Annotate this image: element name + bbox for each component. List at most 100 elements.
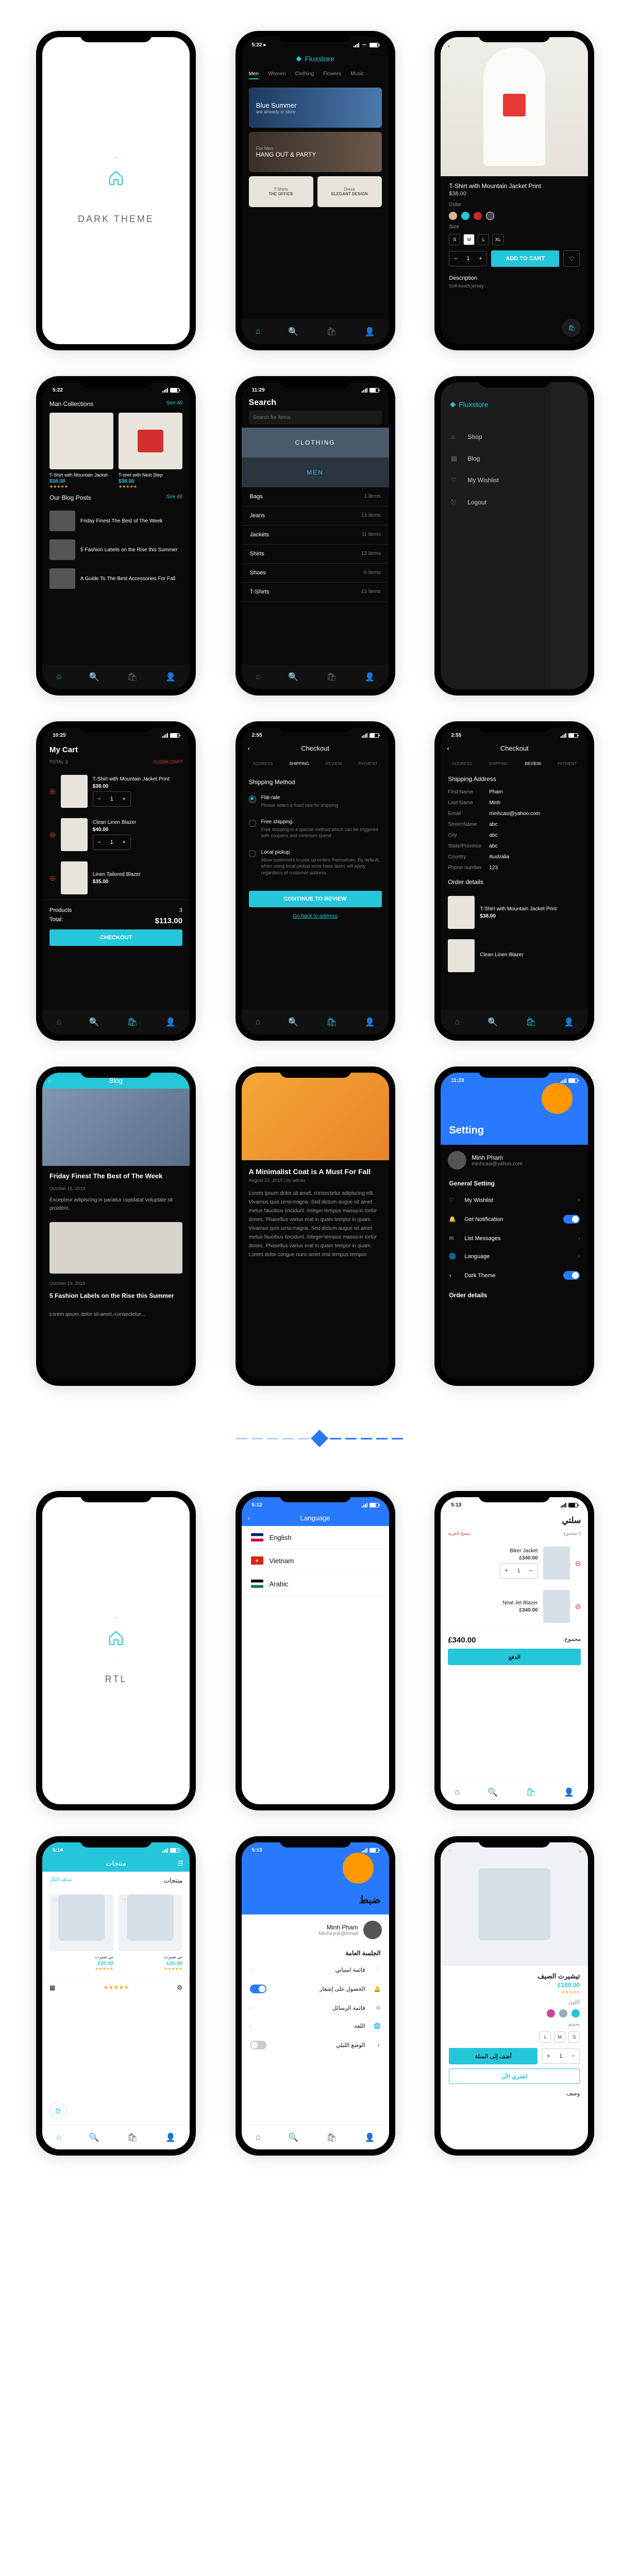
drawer-blog[interactable]: ▤Blog (441, 448, 551, 469)
nav-home-icon[interactable]: ⌂ (455, 1788, 460, 1797)
drawer-shop[interactable]: ⌂Shop (441, 426, 551, 448)
nav-search-icon[interactable]: 🔍 (487, 1787, 498, 1798)
see-all-link[interactable]: See All (166, 494, 182, 501)
nav-home-icon[interactable]: ⌂ (56, 672, 61, 682)
tab-flowers[interactable]: Flowers (323, 71, 341, 79)
heart-icon[interactable]: ♡ (53, 1897, 58, 1904)
nav-search-icon[interactable]: 🔍 (89, 2132, 99, 2143)
swatch[interactable] (461, 212, 469, 220)
setting-lang[interactable]: 🌐Language› (441, 1247, 588, 1265)
nav-home-icon[interactable]: ⌂ (56, 1018, 61, 1027)
nav-cart-icon[interactable]: 🛍 (326, 2132, 337, 2143)
setting-wishlist[interactable]: ♡My Wishlist› (441, 1191, 588, 1209)
drawer-wishlist[interactable]: ♡My Wishlist (441, 469, 551, 491)
setting-notif[interactable]: 🔔Get Notification (441, 1209, 588, 1229)
toggle[interactable] (563, 1271, 580, 1280)
shipping-option[interactable]: Flat ratePlease select a fixed rate for … (249, 790, 382, 814)
toggle[interactable] (250, 1985, 266, 1993)
banner-men[interactable]: For MenHANG OUT & PARTY (249, 132, 382, 172)
card-office[interactable]: T-ShirtsTHE OFFICE (249, 176, 313, 207)
blog-hero[interactable] (42, 1089, 190, 1166)
nav-search-icon[interactable]: 🔍 (288, 327, 298, 337)
menu-icon[interactable]: ☰ (177, 1859, 183, 1868)
lang-arabic[interactable]: Arabic (242, 1572, 389, 1596)
wishlist-button[interactable]: ♡ (563, 250, 580, 267)
nav-user-icon[interactable]: 👤 (564, 1787, 574, 1798)
tab-music[interactable]: Music (350, 71, 364, 79)
cat-row[interactable]: Jeans13 items (242, 506, 389, 526)
buy-now-button[interactable]: اشتري الآن (449, 2069, 580, 2084)
back-icon[interactable]: ‹ (448, 43, 450, 49)
remove-icon[interactable]: ⊖ (575, 1602, 581, 1611)
size-s[interactable]: S (449, 234, 460, 245)
go-back-link[interactable]: Go back to address (249, 913, 382, 919)
nav-home-icon[interactable]: ⌂ (56, 2133, 61, 2142)
nav-search-icon[interactable]: 🔍 (288, 1017, 298, 1027)
remove-icon[interactable]: ⊖ (49, 874, 56, 883)
blog-item[interactable]: A Guide To The Best Accessories For Fall (42, 564, 190, 593)
nav-user-icon[interactable]: 👤 (165, 672, 176, 682)
add-to-cart-button[interactable]: ADD TO CART (491, 250, 559, 267)
tab-women[interactable]: Women (268, 71, 285, 79)
qty-plus[interactable]: + (474, 251, 486, 266)
remove-icon[interactable]: ⊖ (49, 787, 56, 796)
back-icon[interactable]: ‹ (248, 744, 250, 752)
nav-search-icon[interactable]: 🔍 (487, 1017, 498, 1027)
search-input[interactable] (249, 411, 382, 425)
lang-vietnam[interactable]: Vietnam (242, 1549, 389, 1572)
swatch[interactable] (486, 212, 494, 220)
product-card[interactable]: ♡تي شيرت£20.00★★★★★ (49, 1889, 113, 1971)
back-icon[interactable]: ‹ (447, 744, 449, 752)
card-elegant[interactable]: DressELEGANT DESIGN (317, 176, 382, 207)
swatch[interactable] (449, 212, 457, 220)
tab-men[interactable]: Men (249, 71, 259, 79)
nav-user-icon[interactable]: 👤 (365, 1017, 375, 1027)
checkout-button[interactable]: الدفع (448, 1649, 581, 1665)
step[interactable]: REVIEW (326, 761, 342, 766)
heart-icon[interactable]: ♡ (448, 1849, 453, 1855)
blog-thumb[interactable] (49, 1222, 182, 1274)
nav-home-icon[interactable]: ⌂ (256, 1018, 261, 1027)
size-m[interactable]: M (463, 234, 475, 245)
category-men[interactable]: MEN (242, 457, 389, 487)
nav-user-icon[interactable]: 👤 (365, 2132, 375, 2143)
back-icon[interactable]: ‹ (48, 1077, 51, 1084)
clear-cart[interactable]: CLEAR CART (153, 759, 182, 765)
product-card[interactable]: T-shirt with Next Step$38.00★★★★★ (119, 413, 182, 489)
nav-search-icon[interactable]: 🔍 (89, 672, 99, 682)
swatch[interactable] (474, 212, 482, 220)
nav-home-icon[interactable]: ⌂ (256, 2133, 261, 2142)
user-profile[interactable]: Minh Phamminhcasi@yahoo.com (441, 1145, 588, 1176)
shipping-option[interactable]: Free shippingFree shipping is a special … (249, 814, 382, 844)
nav-user-icon[interactable]: 👤 (365, 672, 375, 682)
step[interactable]: SHIPPING (289, 761, 309, 766)
filter-icon[interactable]: ⚙ (177, 1984, 182, 1991)
nav-home-icon[interactable]: ⌂ (256, 327, 261, 336)
setting-dark[interactable]: ◐الوضع الليلي (242, 2035, 389, 2055)
user-profile[interactable]: Minh PhamMinhxynk@email (242, 1914, 389, 1945)
continue-button[interactable]: CONTINUE TO REVIEW (249, 891, 382, 907)
nav-home-icon[interactable]: ⌂ (256, 672, 261, 682)
setting-wishlist[interactable]: ♡قائمة امنياتي‹ (242, 1961, 389, 1979)
remove-icon[interactable]: ⊖ (575, 1559, 581, 1568)
nav-cart-icon[interactable]: 🛍 (326, 327, 337, 337)
step[interactable]: PAYMENT (358, 761, 377, 766)
shipping-option[interactable]: Local pickupAllow customers to pick up o… (249, 844, 382, 882)
nav-search-icon[interactable]: 🔍 (288, 672, 298, 682)
nav-search-icon[interactable]: 🔍 (89, 1017, 99, 1027)
cat-row[interactable]: Shoes6 items (242, 564, 389, 583)
nav-user-icon[interactable]: 👤 (165, 2132, 176, 2143)
nav-cart-icon[interactable]: 🛍 (526, 1017, 536, 1027)
add-to-cart-button[interactable]: أضف إلى السلة (449, 2048, 537, 2064)
toggle[interactable] (563, 1215, 580, 1224)
setting-lang[interactable]: 🌐اللغة‹ (242, 2017, 389, 2035)
size-l[interactable]: L (478, 234, 489, 245)
back-icon[interactable]: ‹ (248, 1514, 250, 1522)
nav-cart-icon[interactable]: 🛍 (127, 2132, 138, 2143)
product-card[interactable]: ♡تي شيرت£20.00★★★★★ (119, 1889, 182, 1971)
nav-cart-icon[interactable]: 🛍 (526, 1787, 536, 1798)
nav-user-icon[interactable]: 👤 (564, 1017, 574, 1027)
cat-row[interactable]: Jackets11 items (242, 526, 389, 545)
product-card[interactable]: T-Shirt with Mountain Jacket$38.00★★★★★ (49, 413, 113, 489)
nav-cart-icon[interactable]: 🛍 (127, 672, 138, 682)
